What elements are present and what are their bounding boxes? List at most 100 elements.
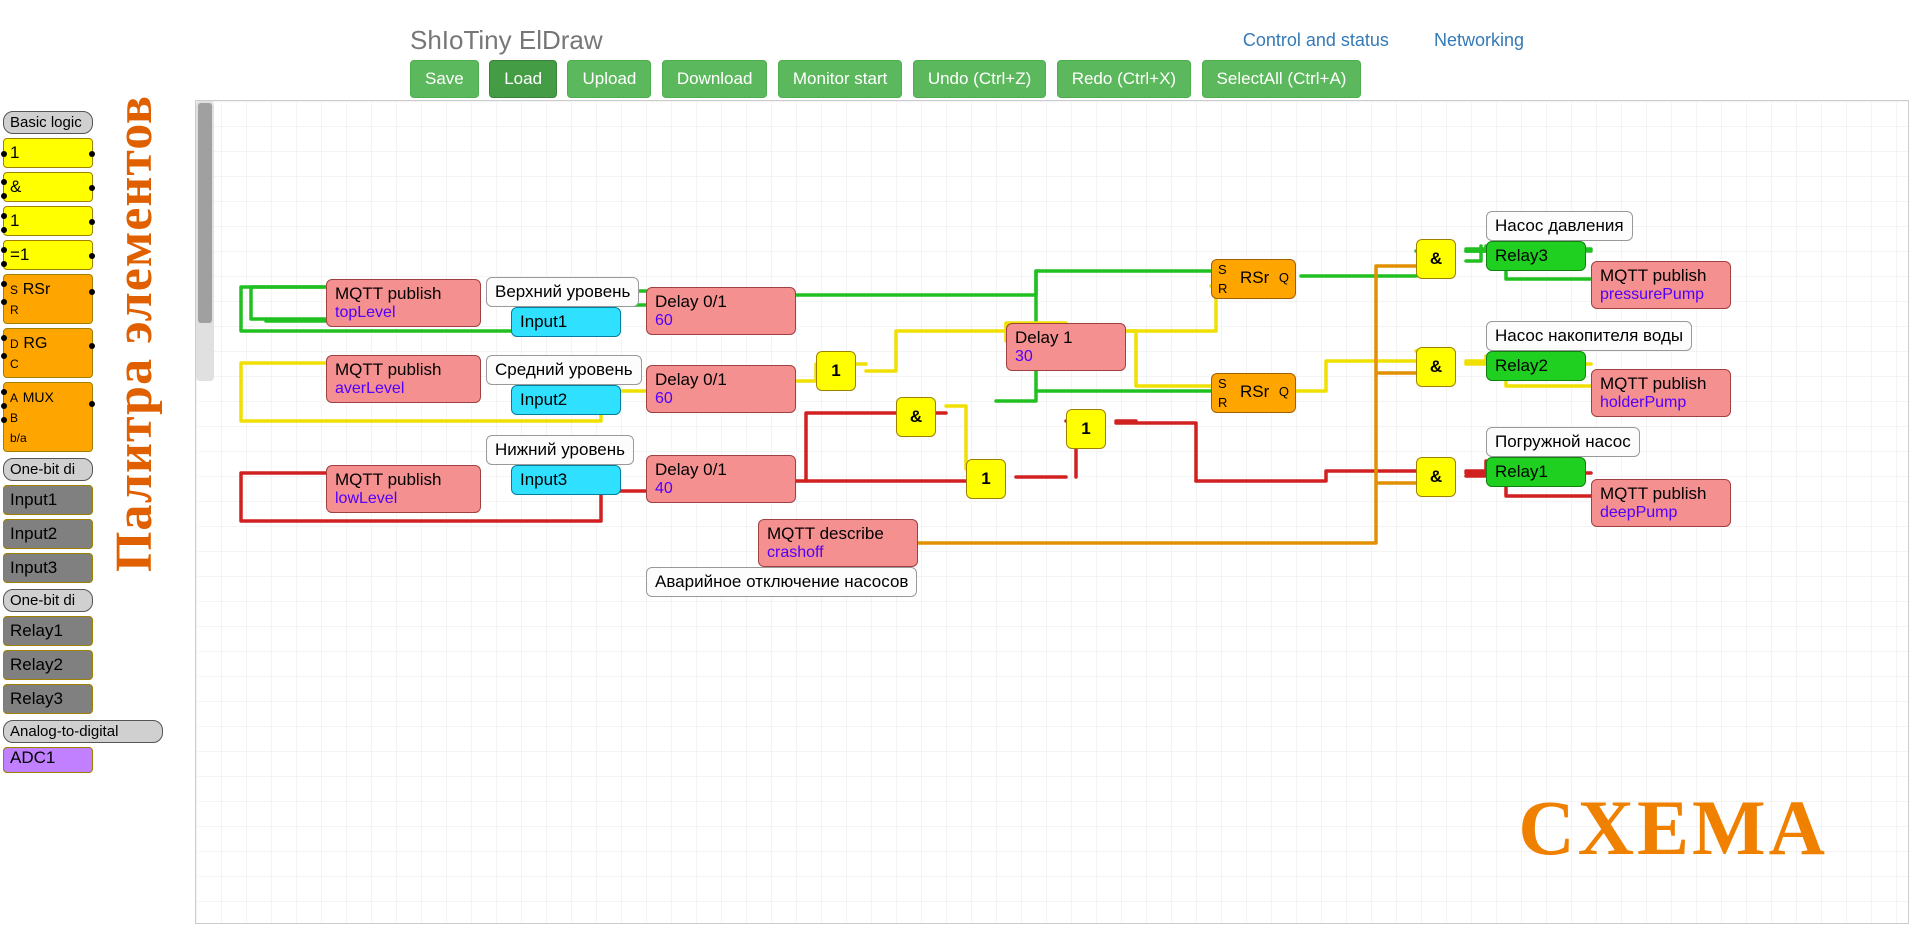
node-mqtt-averlevel[interactable]: MQTT publish averLevel — [326, 355, 481, 403]
label-holder-pump: Насос накопителя воды — [1486, 321, 1692, 351]
scrollbar-thumb[interactable] — [198, 103, 212, 323]
node-input1[interactable]: Input1 — [511, 307, 621, 337]
node-subtext: 60 — [655, 390, 787, 408]
palette-block-and[interactable]: & — [3, 172, 93, 202]
palette-block-relay2[interactable]: Relay2 — [3, 650, 93, 680]
palette-block-label: RG — [23, 335, 47, 352]
node-title: MQTT publish — [1600, 374, 1706, 393]
load-button[interactable]: Load — [489, 60, 557, 98]
palette-block-relay3[interactable]: Relay3 — [3, 684, 93, 714]
palette-block-label: & — [10, 177, 21, 196]
node-and-relay2[interactable]: & — [1416, 347, 1456, 387]
node-mqtt-toplevel[interactable]: MQTT publish topLevel — [326, 279, 481, 327]
node-pin-q: Q — [1279, 384, 1289, 399]
node-title: MQTT publish — [335, 470, 441, 489]
palette-head-onebit-in[interactable]: One-bit di — [3, 458, 93, 481]
palette-pin-label: C — [10, 357, 19, 371]
nav-networking-link[interactable]: Networking — [1434, 30, 1524, 50]
palette-block-rsr[interactable]: S RSr R — [3, 274, 93, 324]
palette-block-or[interactable]: 1 — [3, 138, 93, 168]
undo-button[interactable]: Undo (Ctrl+Z) — [913, 60, 1046, 98]
node-title: Delay 0/1 — [655, 370, 727, 389]
node-title: MQTT publish — [1600, 266, 1706, 285]
node-mqtt-pressurepump[interactable]: MQTT publish pressurePump — [1591, 261, 1731, 309]
node-pin-q: Q — [1279, 270, 1289, 285]
app-title: ShIoTiny ElDraw — [410, 25, 603, 56]
node-or-low[interactable]: 1 — [966, 459, 1006, 499]
palette-block-input3[interactable]: Input3 — [3, 553, 93, 583]
save-button[interactable]: Save — [410, 60, 479, 98]
node-relay3[interactable]: Relay3 — [1486, 241, 1586, 271]
node-title: RSr — [1240, 382, 1269, 402]
palette-block-xor[interactable]: =1 — [3, 240, 93, 270]
label-top-level: Верхний уровень — [486, 277, 639, 307]
node-subtext: pressurePump — [1600, 286, 1722, 304]
palette-block-input1[interactable]: Input1 — [3, 485, 93, 515]
node-rsr-mid[interactable]: S R Q RSr — [1211, 373, 1296, 413]
node-subtext: deepPump — [1600, 504, 1722, 522]
node-subtext: averLevel — [335, 380, 472, 398]
node-delay-top[interactable]: Delay 0/1 60 — [646, 287, 796, 335]
node-subtext: holderPump — [1600, 394, 1722, 412]
node-mqtt-crashoff[interactable]: MQTT describe crashoff — [758, 519, 918, 567]
node-subtext: 40 — [655, 480, 787, 498]
label-crashoff: Аварийное отключение насосов — [646, 567, 917, 597]
node-title: Delay 0/1 — [655, 292, 727, 311]
palette-block-adc1[interactable]: ADC1 — [3, 747, 93, 773]
node-title: MQTT publish — [335, 360, 441, 379]
palette-block-label: =1 — [10, 245, 29, 264]
node-or-rsr2[interactable]: 1 — [1066, 409, 1106, 449]
node-mqtt-lowlevel[interactable]: MQTT publish lowLevel — [326, 465, 481, 513]
palette-block-relay1[interactable]: Relay1 — [3, 616, 93, 646]
canvas[interactable]: MQTT publish topLevel MQTT publish averL… — [195, 100, 1909, 924]
node-rsr-top[interactable]: S R Q RSr — [1211, 259, 1296, 299]
palette-pin-label: S — [10, 283, 18, 297]
upload-button[interactable]: Upload — [567, 60, 651, 98]
node-pin-s: S — [1218, 262, 1227, 277]
node-and-relay3[interactable]: & — [1416, 239, 1456, 279]
node-input3[interactable]: Input3 — [511, 465, 621, 495]
label-pressure-pump: Насос давления — [1486, 211, 1633, 241]
download-button[interactable]: Download — [662, 60, 768, 98]
node-input2[interactable]: Input2 — [511, 385, 621, 415]
palette-block-label: RSr — [23, 281, 51, 298]
node-and-mid[interactable]: & — [896, 397, 936, 437]
node-subtext: topLevel — [335, 304, 472, 322]
palette-title: Палитра элементов — [105, 95, 164, 572]
node-and-relay1[interactable]: & — [1416, 457, 1456, 497]
nav-control-link[interactable]: Control and status — [1243, 30, 1389, 50]
palette-head-basic-logic[interactable]: Basic logic — [3, 111, 93, 134]
node-title: MQTT publish — [335, 284, 441, 303]
node-mqtt-deeppump[interactable]: MQTT publish deepPump — [1591, 479, 1731, 527]
node-title: Delay 0/1 — [655, 460, 727, 479]
palette-block-mux[interactable]: A MUX B b/a — [3, 382, 93, 452]
palette-block-buf[interactable]: 1 — [3, 206, 93, 236]
node-subtext: crashoff — [767, 544, 909, 562]
redo-button[interactable]: Redo (Ctrl+X) — [1057, 60, 1191, 98]
node-subtext: lowLevel — [335, 490, 472, 508]
node-pin-r: R — [1218, 395, 1227, 410]
node-relay2[interactable]: Relay2 — [1486, 351, 1586, 381]
monitor-start-button[interactable]: Monitor start — [778, 60, 902, 98]
node-delay-low[interactable]: Delay 0/1 40 — [646, 455, 796, 503]
selectall-button[interactable]: SelectAll (Ctrl+A) — [1202, 60, 1362, 98]
node-subtext: 30 — [1015, 348, 1117, 366]
palette-pin-label: D — [10, 337, 19, 351]
node-subtext: 60 — [655, 312, 787, 330]
node-relay1[interactable]: Relay1 — [1486, 457, 1586, 487]
palette-block-label: 1 — [10, 143, 19, 162]
node-delay-mid[interactable]: Delay 0/1 60 — [646, 365, 796, 413]
palette-block-input2[interactable]: Input2 — [3, 519, 93, 549]
node-title: MQTT describe — [767, 524, 884, 543]
canvas-scrollbar[interactable] — [196, 101, 214, 381]
node-mqtt-holderpump[interactable]: MQTT publish holderPump — [1591, 369, 1731, 417]
palette-head-adc[interactable]: Analog-to-digital — [3, 720, 163, 743]
palette-block-label: MUX — [23, 389, 54, 405]
palette-head-onebit-out[interactable]: One-bit di — [3, 589, 93, 612]
node-or-mid[interactable]: 1 — [816, 351, 856, 391]
node-title: Delay 1 — [1015, 328, 1073, 347]
palette-block-label: 1 — [10, 211, 19, 230]
node-delay-1sec[interactable]: Delay 1 30 — [1006, 323, 1126, 371]
node-title: MQTT publish — [1600, 484, 1706, 503]
palette-block-rg[interactable]: D RG C — [3, 328, 93, 378]
